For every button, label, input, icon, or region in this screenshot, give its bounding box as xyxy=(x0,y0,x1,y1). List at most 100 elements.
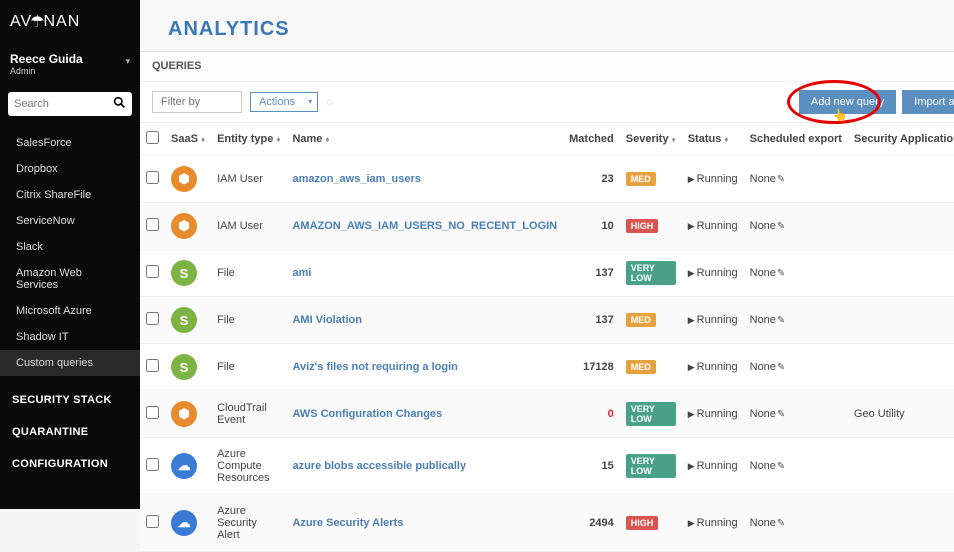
query-name-link[interactable]: Azure Security Alerts xyxy=(292,517,403,529)
actions-dropdown[interactable]: Actions xyxy=(250,92,318,112)
secapp-cell xyxy=(848,203,954,250)
row-checkbox[interactable] xyxy=(146,218,159,231)
row-checkbox[interactable] xyxy=(146,359,159,372)
saas-icon: ⬢ xyxy=(171,166,197,192)
row-checkbox[interactable] xyxy=(146,312,159,325)
search-input[interactable] xyxy=(14,98,113,110)
query-name-link[interactable]: AMI Violation xyxy=(292,314,361,326)
matched-count: 17128 xyxy=(563,344,620,391)
export-cell[interactable]: None✎ xyxy=(744,203,848,250)
export-cell[interactable]: None✎ xyxy=(744,391,848,438)
secapp-cell xyxy=(848,438,954,495)
row-checkbox[interactable] xyxy=(146,458,159,471)
export-cell[interactable]: None✎ xyxy=(744,250,848,297)
saas-icon: S xyxy=(171,307,197,333)
table-row: ⬢ IAM User AMAZON_AWS_IAM_USERS_NO_RECENT_… xyxy=(140,203,954,250)
filter-input[interactable] xyxy=(152,91,242,113)
sidebar-item[interactable]: SalesForce xyxy=(0,130,140,156)
col-secapp[interactable]: Security Applications ♦ xyxy=(848,123,954,156)
user-role: Admin xyxy=(10,66,130,76)
play-icon: ▶ xyxy=(688,461,695,471)
sidebar-item[interactable]: Microsoft Azure xyxy=(0,298,140,324)
page-title: ANALYTICS xyxy=(140,0,954,51)
pencil-icon: ✎ xyxy=(777,315,785,326)
query-name-link[interactable]: Aviz's files not requiring a login xyxy=(292,361,457,373)
secapp-cell xyxy=(848,156,954,203)
sidebar-item[interactable]: ServiceNow xyxy=(0,208,140,234)
panel-title: QUERIES xyxy=(152,60,202,73)
saas-icon: ⬢ xyxy=(171,213,197,239)
brand-logo: AV☂NAN xyxy=(0,0,140,44)
sidebar-section-header[interactable]: SECURITY STACK xyxy=(0,384,140,416)
status-cell: ▶Running xyxy=(682,495,744,552)
export-cell[interactable]: None✎ xyxy=(744,438,848,495)
saas-icon: S xyxy=(171,354,197,380)
sort-icon: ♦ xyxy=(724,135,728,144)
play-icon: ▶ xyxy=(688,174,695,184)
table-row: ☁ Azure Compute Resources azure blobs acce… xyxy=(140,438,954,495)
entity-type: File xyxy=(211,344,286,391)
sort-icon: ♦ xyxy=(326,135,330,144)
export-cell[interactable]: None✎ xyxy=(744,156,848,203)
query-name-link[interactable]: AWS Configuration Changes xyxy=(292,408,442,420)
select-all-checkbox[interactable] xyxy=(146,131,159,144)
sidebar-item[interactable]: Amazon Web Services xyxy=(0,260,140,298)
user-menu[interactable]: Reece Guida Admin ▾ xyxy=(0,44,140,86)
entity-type: Azure Security Alert xyxy=(211,495,286,552)
status-cell: ▶Running xyxy=(682,250,744,297)
table-row: ⬢CloudTrail EventAWS Configuration Chang… xyxy=(140,391,954,438)
row-checkbox[interactable] xyxy=(146,406,159,419)
add-new-query-button[interactable]: Add new query xyxy=(799,90,896,114)
col-status[interactable]: Status ♦ xyxy=(682,123,744,156)
export-cell[interactable]: None✎ xyxy=(744,297,848,344)
sidebar-item[interactable]: Citrix ShareFile xyxy=(0,182,140,208)
row-checkbox[interactable] xyxy=(146,171,159,184)
row-checkbox[interactable] xyxy=(146,265,159,278)
col-severity[interactable]: Severity ♦ xyxy=(620,123,682,156)
entity-type: IAM User xyxy=(211,156,286,203)
export-cell[interactable]: None✎ xyxy=(744,344,848,391)
matched-count: 15 xyxy=(563,438,620,495)
matched-count: 137 xyxy=(563,250,620,297)
secapp-cell xyxy=(848,297,954,344)
saas-icon: ☁ xyxy=(171,453,197,479)
matched-count: 137 xyxy=(563,297,620,344)
sidebar-item[interactable]: Custom queries xyxy=(0,350,140,376)
sidebar-item[interactable]: Dropbox xyxy=(0,156,140,182)
import-query-button[interactable]: Import a query xyxy=(902,90,954,114)
query-name-link[interactable]: ami xyxy=(292,267,311,279)
export-cell[interactable]: None✎ xyxy=(744,495,848,552)
status-cell: ▶Running xyxy=(682,297,744,344)
matched-count: 0 xyxy=(563,391,620,438)
sort-icon: ♦ xyxy=(672,135,676,144)
sidebar-item[interactable]: Shadow IT xyxy=(0,324,140,350)
severity-badge: VERY LOW xyxy=(626,454,676,478)
user-name: Reece Guida xyxy=(10,52,130,66)
entity-type: IAM User xyxy=(211,203,286,250)
sidebar-item[interactable]: Slack xyxy=(0,234,140,260)
sidebar-section-header[interactable]: CONFIGURATION xyxy=(0,448,140,480)
col-entity[interactable]: Entity type ♦ xyxy=(211,123,286,156)
status-cell: ▶Running xyxy=(682,391,744,438)
sidebar: AV☂NAN Reece Guida Admin ▾ SalesForceDro… xyxy=(0,0,140,509)
query-name-link[interactable]: AMAZON_AWS_IAM_USERS_NO_RECENT_LOGIN xyxy=(292,220,557,232)
col-matched: Matched xyxy=(563,123,620,156)
severity-badge: VERY LOW xyxy=(626,261,676,285)
saas-icon: ☁ xyxy=(171,510,197,536)
query-name-link[interactable]: azure blobs accessible publically xyxy=(292,460,466,472)
secapp-cell xyxy=(848,495,954,552)
entity-type: Azure Compute Resources xyxy=(211,438,286,495)
col-name[interactable]: Name ♦ xyxy=(286,123,563,156)
col-saas[interactable]: SaaS ♦ xyxy=(165,123,211,156)
severity-badge: MED xyxy=(626,172,656,186)
pencil-icon: ✎ xyxy=(777,221,785,232)
entity-type: File xyxy=(211,297,286,344)
query-name-link[interactable]: amazon_aws_iam_users xyxy=(292,173,420,185)
main-content: ANALYTICS QUERIES ⚙ Actions ▾ ◌ Add new … xyxy=(140,0,954,509)
search-input-wrap[interactable] xyxy=(8,92,132,116)
select-all-header[interactable] xyxy=(140,123,165,156)
entity-type: File xyxy=(211,250,286,297)
saas-icon: S xyxy=(171,260,197,286)
sidebar-section-header[interactable]: QUARANTINE xyxy=(0,416,140,448)
row-checkbox[interactable] xyxy=(146,515,159,528)
